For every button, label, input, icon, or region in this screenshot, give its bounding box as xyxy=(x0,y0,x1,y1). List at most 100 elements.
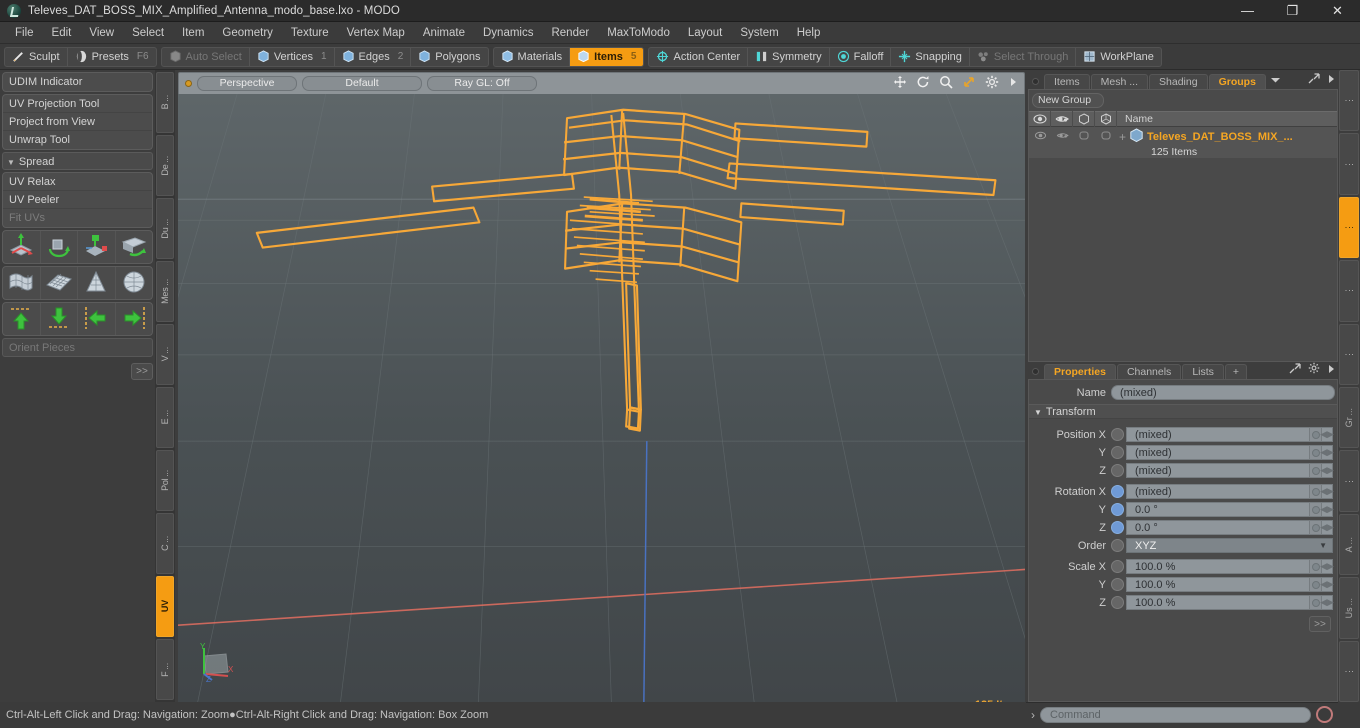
menu-render[interactable]: Render xyxy=(542,22,598,44)
align-left-button[interactable] xyxy=(78,303,116,335)
project-from-view-button[interactable]: Project from View xyxy=(3,113,152,131)
right-vtab-1[interactable]: ⋮ xyxy=(1339,70,1359,132)
position-z-stepper[interactable]: ◀▶ xyxy=(1320,463,1334,478)
viewport-style-dropdown[interactable]: Default xyxy=(302,76,422,91)
cube-outline2-icon[interactable] xyxy=(1095,111,1117,127)
tab-items[interactable]: Items xyxy=(1044,74,1090,89)
rotation-x-keyframe-toggle[interactable] xyxy=(1111,485,1124,498)
uv-fold-button[interactable] xyxy=(3,267,41,299)
unwrap-tool-button[interactable]: Unwrap Tool xyxy=(3,131,152,149)
scale-y-stepper[interactable]: ◀▶ xyxy=(1320,577,1334,592)
align-right-button[interactable] xyxy=(116,303,153,335)
align-down-button[interactable] xyxy=(41,303,78,335)
menu-animate[interactable]: Animate xyxy=(414,22,474,44)
align-up-button[interactable] xyxy=(3,303,41,335)
uv-peeler-button[interactable]: UV Peeler xyxy=(3,191,152,209)
rotation-order-select[interactable]: XYZ ▼ xyxy=(1126,538,1333,553)
rotation-y-input[interactable]: 0.0 ° xyxy=(1126,502,1310,517)
left-vtab-mesh[interactable]: Mes ... xyxy=(156,261,174,322)
scale-y-keyframe-toggle[interactable] xyxy=(1111,578,1124,591)
properties-more-button[interactable]: >> xyxy=(1309,616,1331,632)
row-shade-toggle[interactable] xyxy=(1073,127,1095,143)
menu-edit[interactable]: Edit xyxy=(43,22,81,44)
rotation-order-toggle[interactable] xyxy=(1111,539,1124,552)
gear-icon[interactable] xyxy=(1305,362,1323,379)
panel-state-dot-icon[interactable] xyxy=(1032,368,1039,375)
falloff-button[interactable]: Falloff xyxy=(828,47,891,66)
position-z-keyframe-toggle[interactable] xyxy=(1111,464,1124,477)
viewport-projection-dropdown[interactable]: Perspective xyxy=(197,76,297,91)
scale-z-keyframe-toggle[interactable] xyxy=(1111,596,1124,609)
uv-rotate-button[interactable] xyxy=(41,231,78,263)
tab-shading[interactable]: Shading xyxy=(1149,74,1208,89)
row-wire-toggle[interactable] xyxy=(1095,127,1117,143)
left-panel-more-button[interactable]: >> xyxy=(131,363,153,380)
position-x-keyframe-toggle[interactable] xyxy=(1111,428,1124,441)
selected-mesh-wireframe[interactable] xyxy=(178,94,1025,702)
rotation-z-input[interactable]: 0.0 ° xyxy=(1126,520,1310,535)
uv-transform-button[interactable] xyxy=(78,231,116,263)
orient-pieces-button[interactable]: Orient Pieces xyxy=(2,338,153,357)
menu-select[interactable]: Select xyxy=(123,22,173,44)
left-vtab-deform[interactable]: De ... xyxy=(156,135,174,196)
udim-indicator-button[interactable]: UDIM Indicator xyxy=(3,73,152,91)
name-input[interactable]: (mixed) xyxy=(1111,385,1335,400)
uv-flip-button[interactable] xyxy=(116,231,153,263)
expand-icon[interactable] xyxy=(1286,363,1304,379)
select-through-button[interactable]: Select Through xyxy=(968,47,1075,66)
close-button[interactable]: ✕ xyxy=(1315,0,1360,22)
add-tab-button[interactable]: + xyxy=(1224,364,1248,379)
position-z-input[interactable]: (mixed) xyxy=(1126,463,1310,478)
position-y-input[interactable]: (mixed) xyxy=(1126,445,1310,460)
auto-select-button[interactable]: Auto Select xyxy=(162,48,249,66)
scale-x-stepper[interactable]: ◀▶ xyxy=(1320,559,1334,574)
items-button[interactable]: Items 5 xyxy=(569,47,644,66)
menu-help[interactable]: Help xyxy=(788,22,830,44)
left-vtab-polygon[interactable]: Pol ... xyxy=(156,450,174,511)
fit-uvs-button[interactable]: Fit UVs xyxy=(3,209,152,227)
render-eye-icon[interactable] xyxy=(1051,111,1073,127)
rotation-y-keyframe-toggle[interactable] xyxy=(1111,503,1124,516)
zoom-icon[interactable] xyxy=(939,75,953,92)
menu-vertex-map[interactable]: Vertex Map xyxy=(338,22,414,44)
command-input[interactable]: Command xyxy=(1040,706,1311,723)
right-vtab-2[interactable]: ⋮ xyxy=(1339,133,1359,195)
expand-row-button[interactable]: + xyxy=(1119,130,1126,144)
edges-button[interactable]: Edges 2 xyxy=(333,47,411,66)
menu-system[interactable]: System xyxy=(731,22,787,44)
fit-icon[interactable] xyxy=(962,75,976,92)
record-icon[interactable] xyxy=(1316,706,1333,723)
menu-texture[interactable]: Texture xyxy=(282,22,338,44)
row-render-toggle[interactable] xyxy=(1051,127,1073,143)
tab-channels[interactable]: Channels xyxy=(1116,364,1182,379)
rotation-x-stepper[interactable]: ◀▶ xyxy=(1320,484,1334,499)
right-vtab-user[interactable]: Us ... xyxy=(1339,577,1359,639)
rotation-y-stepper[interactable]: ◀▶ xyxy=(1320,502,1334,517)
minimize-button[interactable]: — xyxy=(1225,0,1270,22)
left-vtab-fusion[interactable]: F ... xyxy=(156,639,174,700)
sculpt-button[interactable]: Sculpt xyxy=(5,48,67,66)
left-vtab-duplicate[interactable]: Du ... xyxy=(156,198,174,259)
chevron-right-icon[interactable] xyxy=(1324,74,1338,89)
new-group-button[interactable]: New Group xyxy=(1032,93,1104,108)
expand-icon[interactable] xyxy=(1305,73,1323,89)
pan-icon[interactable] xyxy=(893,75,907,92)
tab-lists[interactable]: Lists xyxy=(1182,364,1224,379)
viewport-3d-canvas[interactable]: 125 Items Polygons : Face Channels: 0 De… xyxy=(178,94,1025,702)
gear-icon[interactable] xyxy=(985,75,999,92)
left-vtab-uv[interactable]: UV xyxy=(156,576,174,637)
position-y-keyframe-toggle[interactable] xyxy=(1111,446,1124,459)
uv-relax-button[interactable]: UV Relax xyxy=(3,173,152,191)
viewport-raygl-dropdown[interactable]: Ray GL: Off xyxy=(427,76,537,91)
chevron-down-icon[interactable] xyxy=(1267,75,1284,89)
chevron-right-icon[interactable] xyxy=(1008,76,1018,91)
uv-cone-button[interactable] xyxy=(78,267,116,299)
vertices-button[interactable]: Vertices 1 xyxy=(248,47,334,66)
right-vtab-10[interactable]: ⋮ xyxy=(1339,640,1359,703)
rotate-icon[interactable] xyxy=(916,75,930,92)
uv-projection-tool-button[interactable]: UV Projection Tool xyxy=(3,95,152,113)
menu-maxtomodo[interactable]: MaxToModo xyxy=(598,22,679,44)
right-vtab-3-selected[interactable]: ⋮ xyxy=(1339,196,1359,259)
scale-x-input[interactable]: 100.0 % xyxy=(1126,559,1310,574)
position-x-input[interactable]: (mixed) xyxy=(1126,427,1310,442)
